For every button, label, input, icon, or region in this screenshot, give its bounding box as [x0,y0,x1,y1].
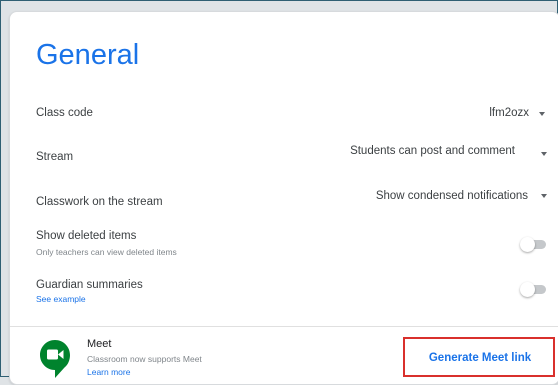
deleted-items-label: Show deleted items [36,230,137,242]
toggle-thumb [520,282,535,297]
class-code-dropdown[interactable]: lfm2ozx [450,100,550,124]
guardian-summaries-toggle[interactable] [520,279,550,299]
toggle-thumb [520,237,535,252]
deleted-items-toggle[interactable] [520,234,550,254]
learn-more-link[interactable]: Learn more [87,367,130,377]
page-title: General [36,39,140,71]
chevron-down-icon [541,152,547,156]
class-code-label: Class code [36,107,93,119]
generate-meet-link-button[interactable]: Generate Meet link [419,347,541,369]
stream-label: Stream [36,151,74,163]
classwork-label: Classwork on the stream [36,196,163,208]
meet-title: Meet [87,338,112,350]
classwork-dropdown[interactable]: Show condensed notifications [340,183,550,207]
divider [10,326,558,327]
guardian-summaries-label: Guardian summaries [36,279,143,291]
stream-value: Students can post and comment [350,145,515,157]
classwork-value: Show condensed notifications [375,190,528,202]
meet-description: Classroom now supports Meet [87,354,202,364]
deleted-items-description: Only teachers can view deleted items [36,247,177,257]
chevron-down-icon [539,112,545,116]
stream-dropdown[interactable]: Students can post and comment [330,138,550,162]
see-example-link[interactable]: See example [36,294,86,304]
google-meet-icon [40,340,70,378]
chevron-down-icon [541,194,547,198]
class-code-value: lfm2ozx [489,107,529,119]
general-settings-card: General Class code lfm2ozx Stream Studen… [9,11,558,385]
